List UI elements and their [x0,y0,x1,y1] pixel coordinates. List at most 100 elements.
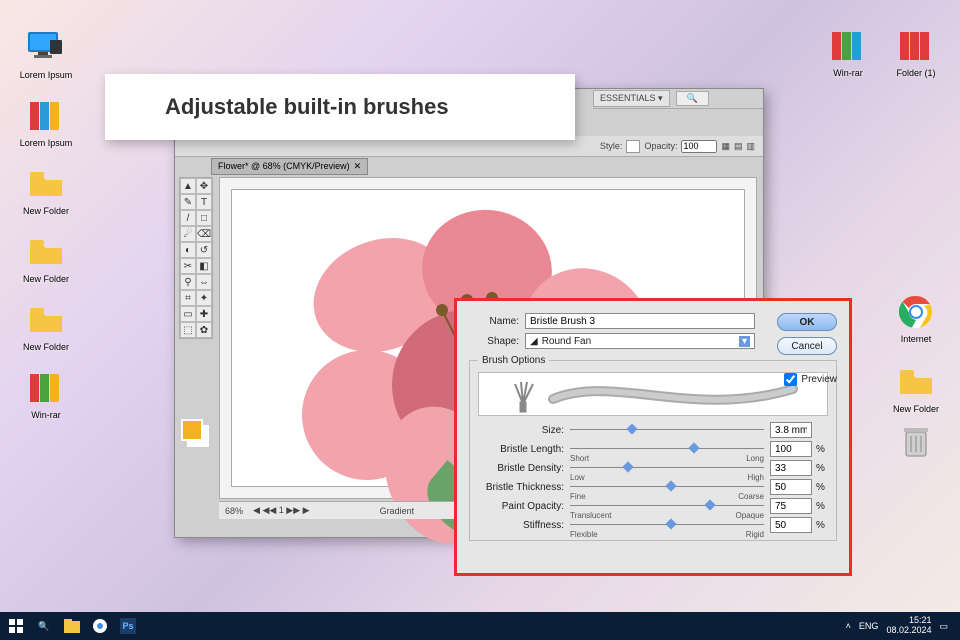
slider-value-input[interactable] [770,422,812,438]
slider-track[interactable]: FlexibleRigid [570,518,764,532]
ok-button[interactable]: OK [777,313,837,331]
style-swatch[interactable] [626,140,640,153]
slider-unit: % [812,501,828,512]
brush-shape-select[interactable]: ◢Round Fan ▾ [525,333,755,349]
tool-button[interactable]: ⚲ [180,274,196,290]
document-tab[interactable]: Flower* @ 68% (CMYK/Preview) ✕ [211,158,368,175]
slider-track[interactable]: FineCoarse [570,480,764,494]
slider-unit: % [812,482,828,493]
desktop-icon-folder[interactable]: New Folder [16,164,76,216]
tray-chevron-icon[interactable]: ˄ [846,621,851,631]
workspace-switcher[interactable]: ESSENTIALS ▾ [593,90,670,107]
tool-button[interactable]: ⇔ [196,274,212,290]
close-icon[interactable]: ✕ [354,161,362,172]
tray-clock[interactable]: 15:21 08.02.2024 [886,616,931,636]
desktop-icon-binders[interactable]: Lorem Ipsum [16,96,76,148]
tool-button[interactable]: ✚ [196,306,212,322]
taskbar-photoshop[interactable]: Ps [116,614,140,638]
slider-label: Size: [478,425,570,436]
slider-thumb[interactable] [623,461,634,472]
tool-button[interactable]: ▭ [180,306,196,322]
desktop-icon-computer[interactable]: Lorem Ipsum [16,28,76,80]
desktop-icon-internet[interactable]: Internet [886,292,946,344]
tool-button[interactable]: ▲ [180,178,196,194]
slider-row: Stiffness:FlexibleRigid% [478,517,828,533]
slider-thumb[interactable] [627,423,638,434]
slider-track[interactable] [570,423,764,437]
tool-button[interactable]: ✂ [180,258,196,274]
document-tabs: Flower* @ 68% (CMYK/Preview) ✕ [211,157,368,175]
taskbar-search[interactable]: 🔍 [32,614,56,638]
folder-icon [26,232,66,272]
tool-button[interactable]: ◐ [180,242,196,258]
panel-icon[interactable]: ▥ [746,141,755,152]
opacity-label: Opacity: [644,141,677,151]
opacity-input[interactable] [681,140,717,153]
slider-track[interactable]: TranslucentOpaque [570,499,764,513]
binders-icon [26,368,66,408]
tool-button[interactable]: ✥ [196,178,212,194]
desktop-icon-folder1[interactable]: Folder (1) [886,26,946,78]
slider-value-input[interactable] [770,441,812,457]
zoom-level[interactable]: 68% [225,506,243,516]
trash-icon [896,422,936,462]
panel-icon[interactable]: ▦ [721,141,730,152]
style-label: Style: [600,141,623,151]
slider-track[interactable]: ShortLong [570,442,764,456]
desktop-icon-label: Lorem Ipsum [16,70,76,80]
tray-lang[interactable]: ENG [859,621,879,631]
slider-thumb[interactable] [665,518,676,529]
slider-value-input[interactable] [770,517,812,533]
tool-button[interactable]: ☄ [180,226,196,242]
start-button[interactable] [4,614,28,638]
brush-name-input[interactable] [525,313,755,329]
slider-track[interactable]: LowHigh [570,461,764,475]
tool-button[interactable]: T [196,194,212,210]
tool-button[interactable]: / [180,210,196,226]
tool-button[interactable]: ✎ [180,194,196,210]
desktop-icon-folder[interactable]: New Folder [886,362,946,414]
slider-value-input[interactable] [770,460,812,476]
desktop-icon-trash[interactable] [886,422,946,462]
slider-thumb[interactable] [689,442,700,453]
desktop-icon-label: Win-rar [818,68,878,78]
shape-value: Round Fan [542,336,591,347]
slider-value-input[interactable] [770,479,812,495]
desktop-icon-winrar[interactable]: Win-rar [818,26,878,78]
slider-unit: % [812,463,828,474]
search-icon[interactable]: 🔍 [676,91,709,106]
cancel-button[interactable]: Cancel [777,337,837,355]
desktop-icon-folder[interactable]: New Folder [16,300,76,352]
tool-button[interactable]: ⌫ [196,226,212,242]
desktop-icon-label: New Folder [16,206,76,216]
tool-button[interactable]: ⬚ [180,322,196,338]
tool-button[interactable]: ⌗ [180,290,196,306]
tool-button[interactable]: ↺ [196,242,212,258]
tool-button[interactable]: □ [196,210,212,226]
tray-notifications-icon[interactable]: ▭ [939,621,948,632]
name-label: Name: [469,316,525,327]
preview-checkbox[interactable]: Preview [784,373,837,386]
slider-label: Bristle Density: [478,463,570,474]
bristle-brush-dialog: OK Cancel Preview Name: Shape: ◢Round Fa… [454,298,852,576]
desktop-icon-winrar[interactable]: Win-rar [16,368,76,420]
desktop-icon-folder[interactable]: New Folder [16,232,76,284]
taskbar: 🔍 Ps ˄ ENG 15:21 08.02.2024 ▭ [0,612,960,640]
taskbar-chrome[interactable] [88,614,112,638]
panel-icon[interactable]: ▤ [734,141,743,152]
slider-row: Paint Opacity:TranslucentOpaque% [478,498,828,514]
tool-button[interactable]: ✦ [196,290,212,306]
foreground-swatch[interactable] [181,419,203,441]
preview-checkbox-input[interactable] [784,373,797,386]
slider-thumb[interactable] [704,499,715,510]
slider-value-input[interactable] [770,498,812,514]
slider-row: Size: [478,422,828,438]
slider-max: Rigid [746,530,764,539]
tool-button[interactable]: ◧ [196,258,212,274]
taskbar-explorer[interactable] [60,614,84,638]
page-nav[interactable]: ◀ ◀◀ 1 ▶▶ ▶ [253,505,310,516]
slider-thumb[interactable] [665,480,676,491]
tool-button[interactable]: ✿ [196,322,212,338]
status-mode: Gradient [380,506,415,516]
slider-label: Paint Opacity: [478,501,570,512]
